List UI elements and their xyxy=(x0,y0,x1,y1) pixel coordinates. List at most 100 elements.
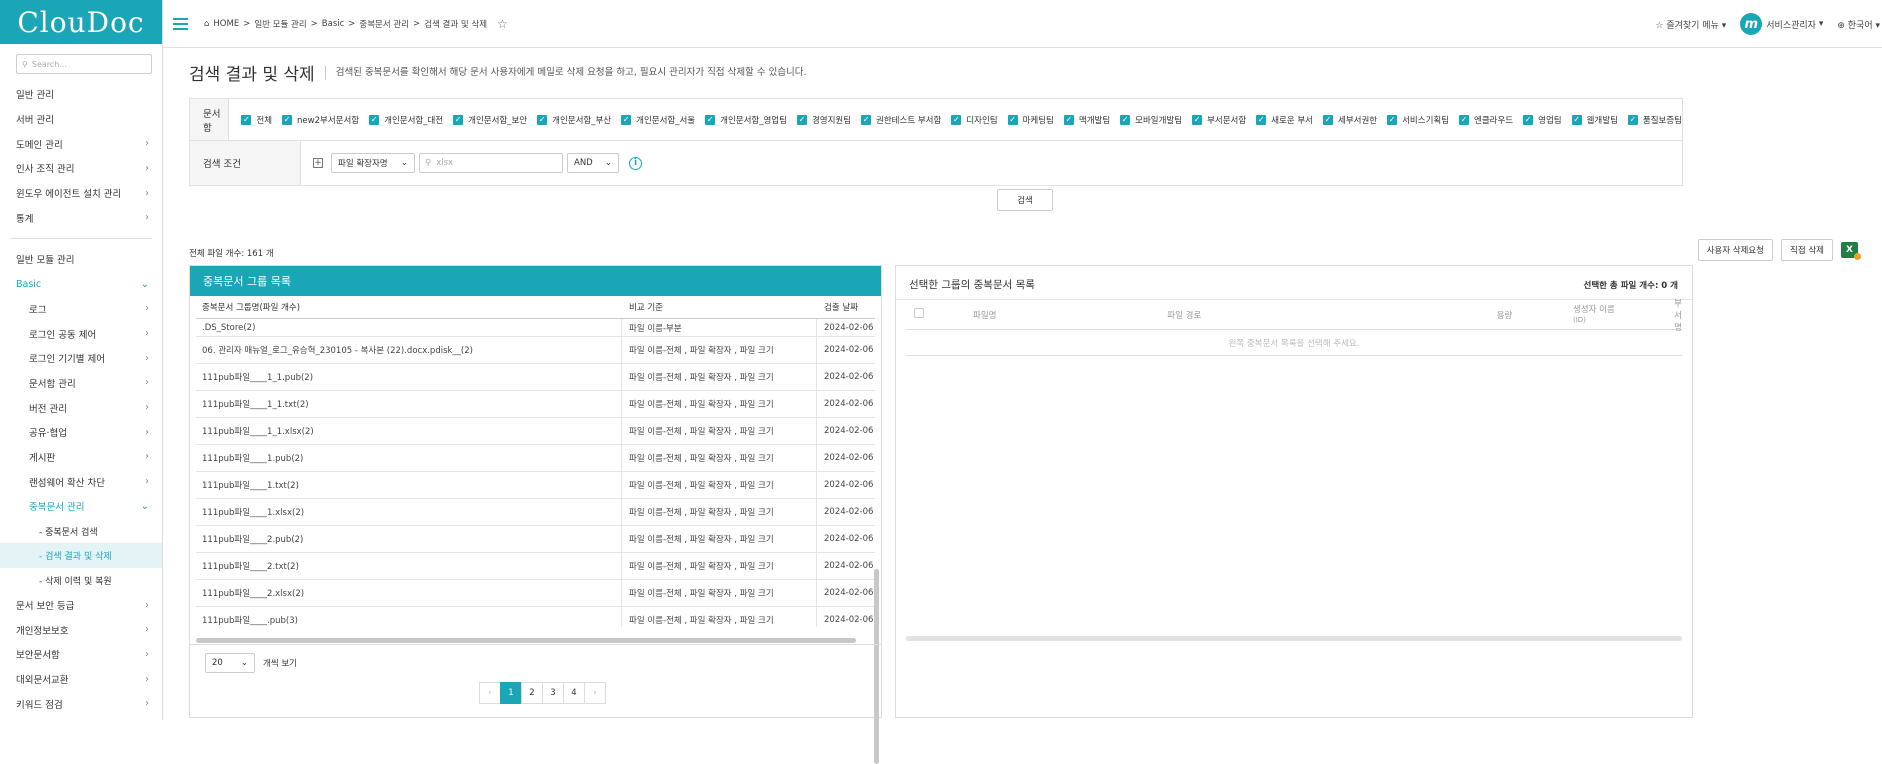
docbox-checkbox[interactable]: ✓ 개인문서함_서울 xyxy=(621,114,695,126)
docbox-checkbox[interactable]: ✓ 새로운 부서 xyxy=(1256,114,1313,126)
column-header-date[interactable]: 검출 날짜 xyxy=(817,296,875,318)
logo[interactable]: ClouDoc xyxy=(0,0,162,44)
docbox-checkbox[interactable]: ✓ 개인문서함_부산 xyxy=(537,114,611,126)
sidebar-item-general[interactable]: 일반 관리 xyxy=(0,82,162,107)
user-menu[interactable]: m 서비스관리자 ▾ xyxy=(1740,13,1823,35)
breadcrumb-item[interactable]: 중복문서 관리 xyxy=(359,18,409,30)
sidebar-item-secure-box[interactable]: 보안문서함 › xyxy=(0,642,162,667)
column-header-path[interactable]: 파일 경로 xyxy=(1142,309,1496,321)
column-header-department[interactable]: 부서명 xyxy=(1674,297,1682,333)
docbox-checkbox[interactable]: ✓ 모바일개발팀 xyxy=(1120,114,1182,126)
horizontal-scrollbar[interactable] xyxy=(196,638,856,643)
table-row[interactable]: 111pub파일____1_1.xlsx(2) 파일 이름-전체 , 파일 확장자… xyxy=(196,418,875,445)
docbox-checkbox[interactable]: ✓ 개인문서함_대전 xyxy=(369,114,443,126)
info-icon[interactable]: i xyxy=(629,156,642,170)
field-select[interactable]: 파일 확장자명 ⌄ xyxy=(331,153,415,173)
sidebar-item-log[interactable]: 로그 › xyxy=(0,297,162,322)
table-row[interactable]: 111pub파일____2.txt(2) 파일 이름-전체 , 파일 확장자 , … xyxy=(196,553,875,580)
sidebar-item-security-grade[interactable]: 문서 보안 등급 › xyxy=(0,593,162,618)
next-page-button[interactable]: › xyxy=(584,682,606,704)
docbox-checkbox[interactable]: ✓ new2부서문서함 xyxy=(282,114,359,126)
column-header-creator[interactable]: 생성자 이름 (ID) xyxy=(1573,305,1674,325)
page-size-select[interactable]: 20 ⌄ xyxy=(205,653,255,673)
search-button[interactable]: 검색 xyxy=(997,189,1053,211)
docbox-checkbox[interactable]: ✓ 품질보증팀 xyxy=(1627,114,1682,126)
table-row[interactable]: .DS_Store(2) 파일 이름-부분 2024-02-06 xyxy=(196,319,875,337)
docbox-checkbox[interactable]: ✓ 마케팅팀 xyxy=(1007,114,1054,126)
breadcrumb-home[interactable]: HOME xyxy=(213,19,239,29)
horizontal-scrollbar[interactable] xyxy=(906,636,1682,641)
docbox-checkbox[interactable]: ✓ 경영지원팀 xyxy=(796,114,851,126)
docbox-checkbox[interactable]: ✓ 디자인팀 xyxy=(951,114,998,126)
sidebar-item-domain[interactable]: 도메인 관리 › xyxy=(0,131,162,156)
hamburger-menu-icon[interactable] xyxy=(173,17,188,30)
request-delete-button[interactable]: 사용자 삭제요청 xyxy=(1697,239,1774,261)
column-header-group[interactable]: 중복문서 그룹명(파일 개수) xyxy=(196,296,622,318)
sidebar-search-input[interactable]: ⚲ Search... xyxy=(16,54,152,74)
sidebar-item-docbox[interactable]: 문서함 관리 › xyxy=(0,371,162,396)
sidebar-item-version[interactable]: 버전 관리 › xyxy=(0,395,162,420)
favorites-menu[interactable]: ☆ 즐겨찾기 메뉴 ▾ xyxy=(1655,18,1726,31)
checkbox-checked-icon: ✓ xyxy=(621,114,632,125)
table-row[interactable]: 111pub파일____1.txt(2) 파일 이름-전체 , 파일 확장자 , … xyxy=(196,472,875,499)
sidebar-item-basic[interactable]: Basic ⌄ xyxy=(0,272,162,297)
sidebar-item-share[interactable]: 공유·협업 › xyxy=(0,420,162,445)
sidebar-item-dup-history[interactable]: - 삭제 이력 및 복원 xyxy=(0,568,162,593)
docbox-checkbox[interactable]: ✓ 전체 xyxy=(241,114,272,126)
docbox-checkbox[interactable]: ✓ 세부서권한 xyxy=(1323,114,1377,126)
docbox-checkbox[interactable]: ✓ 웹개발팀 xyxy=(1571,114,1618,126)
page-button-3[interactable]: 3 xyxy=(542,682,564,704)
operator-select[interactable]: AND ⌄ xyxy=(567,153,619,173)
sidebar-item-stats[interactable]: 통계 › xyxy=(0,205,162,230)
docbox-checkbox[interactable]: ✓ 서비스기획팀 xyxy=(1387,114,1449,126)
condition-value-input[interactable]: ⚲ xlsx xyxy=(419,153,563,173)
sidebar-item-ransomware[interactable]: 랜섬웨어 확산 차단 › xyxy=(0,469,162,494)
star-icon[interactable]: ☆ xyxy=(497,17,508,31)
prev-page-button[interactable]: ‹ xyxy=(479,682,501,704)
docbox-checkbox[interactable]: ✓ 권한테스트 부서함 xyxy=(861,114,941,126)
table-row[interactable]: 06. 관리자 매뉴얼_로그_유승혁_230105 - 복사본 (22).doc… xyxy=(196,337,875,364)
docbox-checkbox[interactable]: ✓ 부서문서함 xyxy=(1192,114,1246,126)
sidebar-item-duplicate[interactable]: 중복문서 관리 ⌄ xyxy=(0,494,162,519)
sidebar-item-exchange[interactable]: 대외문서교환 › xyxy=(0,667,162,692)
breadcrumb-item[interactable]: Basic xyxy=(322,19,345,29)
sidebar-item-org[interactable]: 인사 조직 관리 › xyxy=(0,156,162,181)
select-all-checkbox[interactable] xyxy=(914,308,924,318)
docbox-checkbox[interactable]: ✓ 개인문서함_영업팀 xyxy=(705,114,787,126)
column-header-size[interactable]: 용량 xyxy=(1497,309,1573,321)
excel-export-icon[interactable]: X xyxy=(1841,242,1861,260)
checkbox-checked-icon: ✓ xyxy=(705,114,716,125)
table-row[interactable]: 111pub파일____2.pub(2) 파일 이름-전체 , 파일 확장자 , … xyxy=(196,526,875,553)
sidebar-item-label: 보안문서함 xyxy=(16,650,60,662)
vertical-scrollbar[interactable] xyxy=(874,569,879,764)
sidebar-item-privacy[interactable]: 개인정보보호 › xyxy=(0,617,162,642)
page-button-4[interactable]: 4 xyxy=(563,682,585,704)
sidebar-item-login-common[interactable]: 로그인 공동 제어 › xyxy=(0,321,162,346)
direct-delete-button[interactable]: 직접 삭제 xyxy=(1781,239,1833,261)
sidebar-item-server[interactable]: 서버 관리 xyxy=(0,107,162,132)
sidebar-item-keyword[interactable]: 키워드 점검 › xyxy=(0,692,162,717)
sidebar-item-login-device[interactable]: 로그인 기기별 제어 › xyxy=(0,346,162,371)
docbox-checkbox[interactable]: ✓ 맥개발팀 xyxy=(1063,114,1110,126)
docbox-checkbox[interactable]: ✓ 엔클라우드 xyxy=(1459,114,1513,126)
table-row[interactable]: 111pub파일____2.xlsx(2) 파일 이름-전체 , 파일 확장자 ,… xyxy=(196,580,875,607)
add-condition-icon[interactable]: + xyxy=(313,158,323,168)
sidebar-item-dup-results[interactable]: - 검색 결과 및 삭제 xyxy=(0,543,162,569)
home-icon[interactable]: ⌂ xyxy=(204,19,209,29)
table-row[interactable]: 111pub파일____.pub(3) 파일 이름-전체 , 파일 확장자 , 파… xyxy=(196,607,875,627)
sidebar-item-board[interactable]: 게시판 › xyxy=(0,445,162,470)
breadcrumb-item[interactable]: 일반 모듈 관리 xyxy=(254,18,306,30)
sidebar-item-agent[interactable]: 윈도우 에이전트 설치 관리 › xyxy=(0,181,162,206)
table-row[interactable]: 111pub파일____1_1.pub(2) 파일 이름-전체 , 파일 확장자 … xyxy=(196,364,875,391)
docbox-checkbox[interactable]: ✓ 영업팀 xyxy=(1523,114,1562,126)
column-header-filename[interactable]: 파일명 xyxy=(948,309,1142,321)
page-button-1[interactable]: 1 xyxy=(500,682,522,704)
column-header-criteria[interactable]: 비교 기준 xyxy=(622,296,817,318)
language-menu[interactable]: ⊕ 한국어 ▾ xyxy=(1837,18,1880,31)
page-button-2[interactable]: 2 xyxy=(521,682,543,704)
table-row[interactable]: 111pub파일____1_1.txt(2) 파일 이름-전체 , 파일 확장자 … xyxy=(196,391,875,418)
table-row[interactable]: 111pub파일____1.xlsx(2) 파일 이름-전체 , 파일 확장자 ,… xyxy=(196,499,875,526)
table-row[interactable]: 111pub파일____1.pub(2) 파일 이름-전체 , 파일 확장자 , … xyxy=(196,445,875,472)
sidebar-item-dup-search[interactable]: - 중복문서 검색 xyxy=(0,519,162,544)
docbox-checkbox[interactable]: ✓ 개인문서함_보안 xyxy=(453,114,527,126)
